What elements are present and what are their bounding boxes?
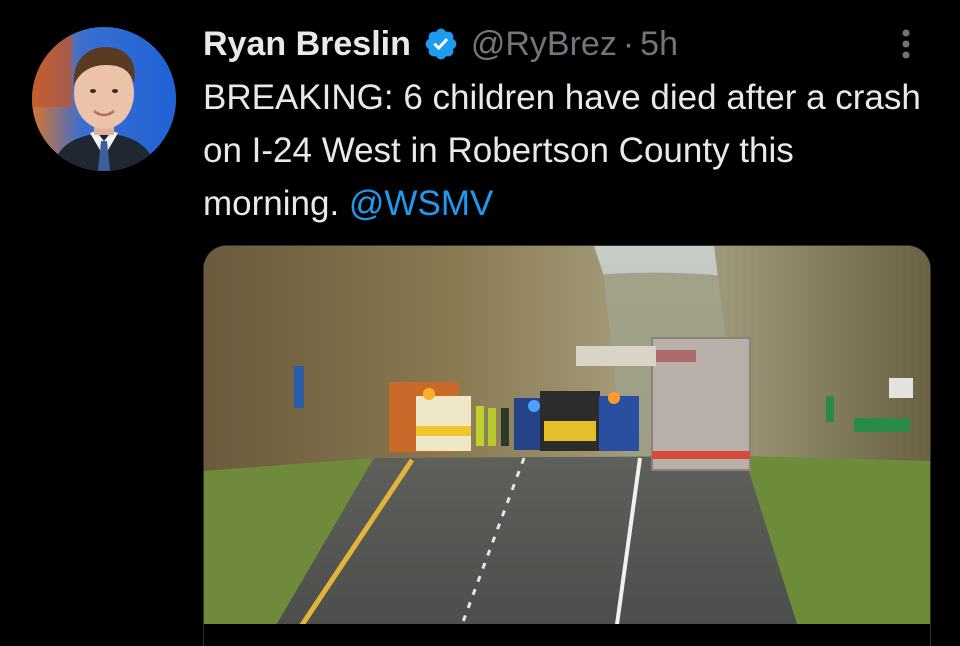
tweet-text: BREAKING: 6 children have died after a c… [203, 71, 933, 230]
mention-link[interactable]: @WSMV [349, 184, 493, 223]
tweet-media-image[interactable] [203, 245, 931, 646]
tweet-body-text: BREAKING: 6 children have died after a c… [203, 78, 921, 223]
crash-scene-photo [204, 246, 930, 646]
avatar-photo [32, 27, 176, 171]
verified-badge-icon[interactable] [423, 26, 459, 62]
tweet-header: Ryan Breslin @RyBrez · 5h [203, 22, 678, 66]
tweet[interactable]: Ryan Breslin @RyBrez · 5h BREAKING: 6 ch… [0, 0, 960, 646]
display-name[interactable]: Ryan Breslin [203, 22, 411, 66]
more-vertical-icon[interactable] [892, 26, 920, 62]
timestamp[interactable]: 5h [640, 22, 678, 66]
avatar[interactable] [32, 27, 176, 171]
separator-dot: · [622, 25, 635, 63]
handle[interactable]: @RyBrez [471, 22, 617, 66]
